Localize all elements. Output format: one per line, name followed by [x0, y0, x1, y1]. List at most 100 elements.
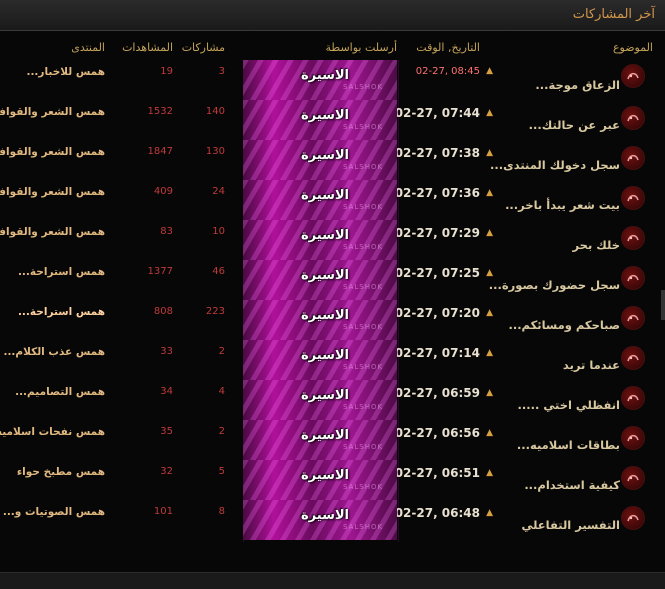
replies-count: 24 [212, 186, 225, 197]
topic-link[interactable]: بطاقات اسلاميه... [517, 438, 620, 452]
poster-username-banner[interactable]: الاسيرة SALSHOK [243, 460, 397, 500]
topic-status-icon [621, 64, 645, 88]
forum-link[interactable]: همس عذب الكلام... [3, 346, 105, 358]
poster-username-banner[interactable]: الاسيرة SALSHOK [243, 380, 397, 420]
column-header-poster[interactable]: أرسلت بواسطة [326, 41, 397, 54]
poster-username: الاسيرة [301, 108, 349, 123]
poster-username-banner[interactable]: الاسيرة SALSHOK [243, 220, 397, 260]
topic-status-icon [621, 506, 645, 530]
forum-link[interactable]: همس نفحات اسلاميه [0, 426, 105, 438]
goto-last-post-icon[interactable]: ▲ [486, 108, 493, 118]
poster-watermark: SALSHOK [343, 323, 384, 331]
forum-link[interactable]: همس التصاميم... [15, 386, 105, 398]
column-header-forum[interactable]: المنتدى [71, 41, 105, 54]
topic-link[interactable]: كيفية استخدام... [524, 478, 620, 492]
goto-last-post-icon[interactable]: ▲ [486, 388, 493, 398]
poster-username: الاسيرة [301, 268, 349, 283]
table-row: بطاقات اسلاميه... ▲ 02-27, 06:56 الاسيرة SAL… [0, 420, 665, 460]
poster-username-banner[interactable]: الاسيرة SALSHOK [243, 500, 397, 540]
replies-count: 5 [218, 466, 225, 477]
post-date: 02-27, 06:56 [394, 426, 480, 440]
topic-link[interactable]: التفسير التفاعلي [521, 518, 620, 532]
replies-count: 2 [218, 426, 225, 437]
goto-last-post-icon[interactable]: ▲ [486, 66, 493, 76]
views-count: 101 [153, 506, 173, 517]
goto-last-post-icon[interactable]: ▲ [486, 268, 493, 278]
post-date: 02-27, 07:20 [394, 306, 480, 320]
footer-bar [0, 572, 665, 589]
views-count: 32 [160, 466, 173, 477]
topic-status-icon [621, 306, 645, 330]
table-row: كيفية استخدام... ▲ 02-27, 06:51 الاسيرة SALS… [0, 460, 665, 500]
goto-last-post-icon[interactable]: ▲ [486, 468, 493, 478]
column-header-topic[interactable]: الموضوع [613, 41, 653, 54]
scrollbar-thumb[interactable] [661, 290, 665, 320]
post-date: 02-27, 07:29 [394, 226, 480, 240]
poster-username-banner[interactable]: الاسيرة SALSHOK [243, 180, 397, 220]
topic-status-icon [621, 386, 645, 410]
topic-link[interactable]: سجل حضورك بصورة... [489, 278, 620, 292]
topic-link[interactable]: الزعاق موجة... [535, 78, 620, 92]
section-header: آخر المشاركات [0, 0, 665, 31]
poster-username: الاسيرة [301, 68, 349, 83]
goto-last-post-icon[interactable]: ▲ [486, 228, 493, 238]
poster-watermark: SALSHOK [343, 123, 384, 131]
topic-link[interactable]: عبر عن حالتك... [529, 118, 620, 132]
topic-status-icon [621, 106, 645, 130]
post-date: 02-27, 06:48 [394, 506, 480, 520]
poster-username-banner[interactable]: الاسيرة SALSHOK [243, 260, 397, 300]
replies-count: 4 [218, 386, 225, 397]
forum-link[interactable]: همس الصوتيات و... [3, 506, 105, 518]
poster-username-banner[interactable]: الاسيرة SALSHOK [243, 340, 397, 380]
goto-last-post-icon[interactable]: ▲ [486, 348, 493, 358]
poster-username: الاسيرة [301, 388, 349, 403]
poster-username: الاسيرة [301, 308, 349, 323]
forum-link[interactable]: همس الشعر والقوافي [0, 106, 105, 118]
poster-username: الاسيرة [301, 348, 349, 363]
replies-count: 10 [212, 226, 225, 237]
poster-username: الاسيرة [301, 228, 349, 243]
column-header-date[interactable]: التاريخ, الوقت [416, 41, 480, 54]
topic-link[interactable]: عندما تريد [563, 358, 620, 372]
poster-username: الاسيرة [301, 148, 349, 163]
goto-last-post-icon[interactable]: ▲ [486, 428, 493, 438]
table-row: سجل دخولك المنتدى... ▲ 02-27, 07:38 الاسيرة… [0, 140, 665, 180]
poster-username-banner[interactable]: الاسيرة SALSHOK [243, 420, 397, 460]
topic-link[interactable]: سجل دخولك المنتدى... [490, 158, 620, 172]
poster-watermark: SALSHOK [343, 243, 384, 251]
views-count: 35 [160, 426, 173, 437]
forum-link[interactable]: همس للاخبار... [26, 66, 105, 78]
table-row: سجل حضورك بصورة... ▲ 02-27, 07:25 الاسيرة SA… [0, 260, 665, 300]
table-row: خلك بحر ▲ 02-27, 07:29 الاسيرة SALSHOK 10 83 هم… [0, 220, 665, 260]
poster-username-banner[interactable]: الاسيرة SALSHOK [243, 100, 397, 140]
goto-last-post-icon[interactable]: ▲ [486, 148, 493, 158]
topic-status-icon [621, 466, 645, 490]
topic-status-icon [621, 346, 645, 370]
goto-last-post-icon[interactable]: ▲ [486, 308, 493, 318]
poster-username-banner[interactable]: الاسيرة SALSHOK [243, 140, 397, 180]
post-date: 02-27, 08:45 [415, 66, 480, 77]
poster-username-banner[interactable]: الاسيرة SALSHOK [243, 300, 397, 340]
goto-last-post-icon[interactable]: ▲ [486, 508, 493, 518]
poster-watermark: SALSHOK [343, 203, 384, 211]
forum-link[interactable]: همس الشعر والقوافي [0, 186, 105, 198]
topic-status-icon [621, 266, 645, 290]
table-row: الزعاق موجة... ▲ 02-27, 08:45 الاسيرة SALSHO… [0, 60, 665, 100]
views-count: 1847 [147, 146, 173, 157]
replies-count: 46 [212, 266, 225, 277]
topic-link[interactable]: خلك بحر [573, 238, 620, 252]
column-header-replies[interactable]: مشاركات [182, 41, 225, 54]
column-header-views[interactable]: المشاهدات [122, 41, 173, 54]
forum-link[interactable]: همس الشعر والقوافي [0, 226, 105, 238]
topic-link[interactable]: انفظلي اختي ..... [518, 398, 620, 412]
topic-link[interactable]: بيت شعر يبدأ باخر... [505, 198, 620, 212]
forum-link[interactable]: همس مطبخ حواء [17, 466, 105, 478]
forum-link[interactable]: همس استراحة... [18, 306, 105, 318]
poster-watermark: SALSHOK [343, 283, 384, 291]
forum-link[interactable]: همس استراحة... [18, 266, 105, 278]
topic-link[interactable]: صباحكم ومسائكم... [508, 318, 620, 332]
forum-link[interactable]: همس الشعر والقوافي [0, 146, 105, 158]
goto-last-post-icon[interactable]: ▲ [486, 188, 493, 198]
poster-username-banner[interactable]: الاسيرة SALSHOK [243, 60, 397, 100]
views-count: 409 [153, 186, 173, 197]
